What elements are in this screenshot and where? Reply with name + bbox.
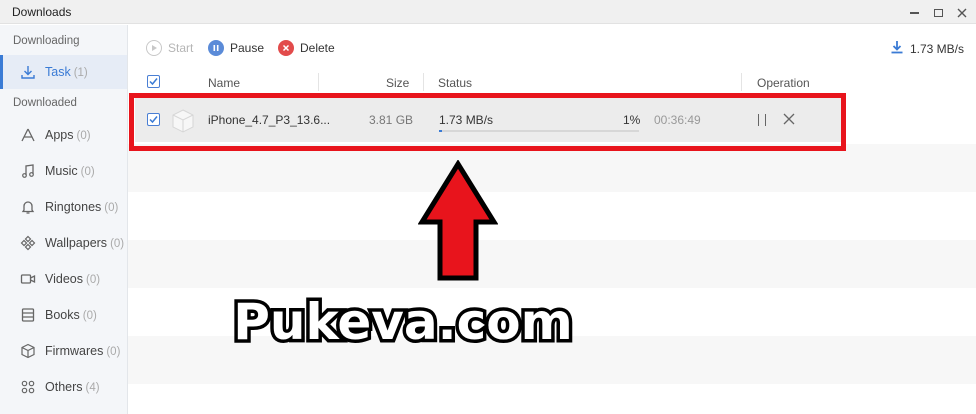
sidebar-item-label: Videos [45,272,83,286]
sidebar-item-ringtones[interactable]: Ringtones (0) [0,190,127,224]
title-bar: Downloads [0,0,976,24]
column-divider[interactable] [741,73,742,91]
total-speed-value: 1.73 MB/s [909,41,964,56]
sidebar-item-count: (0) [104,202,119,214]
sidebar-item-books[interactable]: Books (0) [0,298,127,332]
select-all-checkbox[interactable] [147,75,160,88]
column-divider[interactable] [423,73,424,91]
delete-button[interactable]: Delete [278,39,335,57]
sidebar-item-count: (0) [80,166,95,178]
sidebar-item-apps[interactable]: Apps (0) [0,118,127,152]
minimize-icon [909,11,919,14]
pause-button[interactable]: Pause [208,39,264,57]
sidebar-item-count: (0) [82,310,97,322]
music-note-icon [19,162,37,180]
empty-row [128,144,976,192]
sidebar-item-label: Ringtones [45,200,102,214]
sidebar-item-task[interactable]: Task (1) [0,55,127,89]
video-camera-icon [19,270,37,288]
table-header: Name Size Status Operation [128,71,976,93]
delete-label: Delete [300,41,335,55]
column-header-size[interactable]: Size [386,76,409,90]
column-divider[interactable] [318,73,319,91]
maximize-button[interactable] [929,3,947,21]
sidebar-item-firmwares[interactable]: Firmwares (0) [0,334,127,368]
sidebar-item-label: Apps [45,128,74,142]
sidebar-item-music[interactable]: Music (0) [0,154,127,188]
download-tray-icon [19,63,37,81]
play-icon [146,40,162,56]
sidebar-item-wallpapers[interactable]: Wallpapers (0) [0,226,127,260]
column-header-status[interactable]: Status [438,76,472,90]
pause-icon [208,40,224,56]
red-arrow-icon [418,160,498,281]
apps-icon [19,126,37,144]
close-icon [957,8,967,18]
sidebar-item-count: (0) [76,130,91,142]
download-arrow-icon [890,40,904,57]
sidebar-item-label: Task [45,65,71,79]
grid-icon [19,378,37,396]
highlight-annotation [129,93,846,151]
pause-label: Pause [230,41,265,55]
bell-icon [19,198,37,216]
window-title: Downloads [12,5,72,19]
sidebar-item-count: (0) [86,274,101,286]
empty-row [128,384,976,414]
start-label: Start [168,41,194,55]
wallpaper-icon [19,234,37,252]
section-downloaded: Downloaded [13,97,77,109]
sidebar-item-label: Others [45,380,83,394]
sidebar-item-others[interactable]: Others (4) [0,370,127,404]
sidebar-item-count: (0) [106,346,121,358]
sidebar: Downloading Task (1) Downloaded Apps (0) M… [0,25,128,414]
sidebar-item-count: (4) [85,382,100,394]
sidebar-item-label: Wallpapers [45,236,108,250]
book-icon [19,306,37,324]
close-window-button[interactable] [953,3,971,21]
section-downloading: Downloading [13,35,80,47]
sidebar-item-videos[interactable]: Videos (0) [0,262,127,296]
toolbar: Start Pause Delete 1.73 MB/s [128,25,976,71]
column-header-operation: Operation [757,76,810,90]
sidebar-item-count: (1) [73,67,88,79]
empty-row [128,240,976,288]
start-button[interactable]: Start [146,39,193,57]
cube-icon [19,342,37,360]
total-speed: 1.73 MB/s [890,40,964,57]
delete-icon [278,40,294,56]
checkmark-icon [149,78,158,86]
sidebar-item-label: Music [45,164,78,178]
maximize-icon [933,8,943,17]
column-header-name[interactable]: Name [208,76,240,90]
sidebar-item-label: Books [45,308,80,322]
minimize-button[interactable] [905,3,923,21]
sidebar-item-label: Firmwares [45,344,104,358]
empty-row [128,192,976,240]
watermark-text: Pukeva.com [233,293,572,351]
watermark: Pukeva.com [230,290,576,355]
sidebar-item-count: (0) [110,238,125,250]
